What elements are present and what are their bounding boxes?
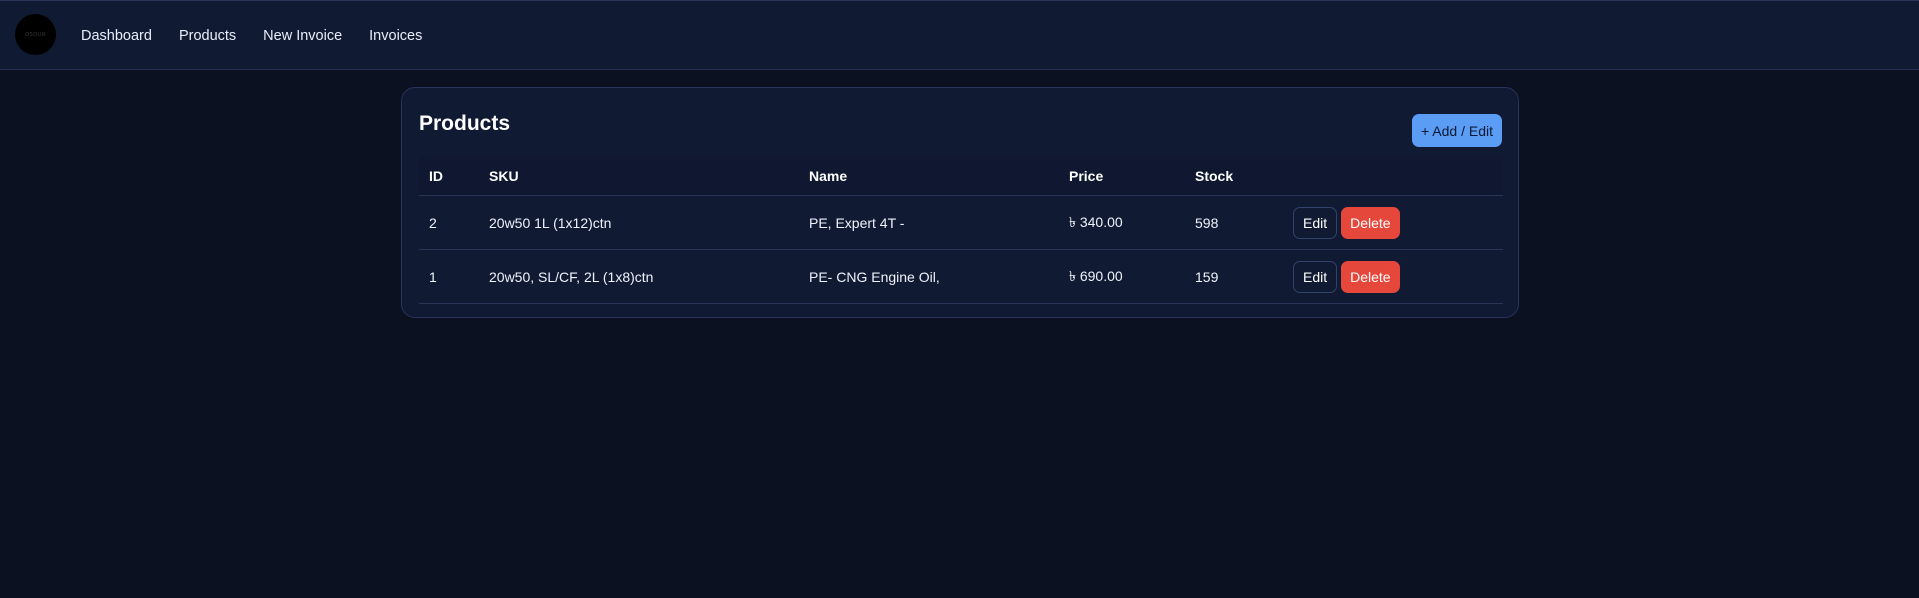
column-header-stock: Stock [1185,156,1283,196]
table-row: 1 20w50, SL/CF, 2L (1x8)ctn PE- CNG Engi… [419,249,1503,304]
brand-logo[interactable]: OSOUR [15,14,56,55]
nav-link-invoices[interactable]: Invoices [369,28,422,44]
top-navbar: OSOUR Dashboard Products New Invoice Inv… [0,0,1919,70]
cell-stock: 159 [1185,249,1283,304]
column-header-sku: SKU [479,156,799,196]
cell-sku: 20w50, SL/CF, 2L (1x8)ctn [479,249,799,304]
column-header-price: Price [1059,156,1185,196]
column-header-id: ID [419,156,479,196]
delete-button[interactable]: Delete [1341,260,1400,293]
cell-actions: Edit Delete [1283,195,1503,250]
products-table: ID SKU Name Price Stock 2 20w50 1L (1x12… [419,156,1503,304]
cell-stock: 598 [1185,195,1283,250]
table-header-row: ID SKU Name Price Stock [419,156,1503,196]
nav-link-dashboard[interactable]: Dashboard [81,28,152,44]
edit-button[interactable]: Edit [1293,260,1338,293]
cell-actions: Edit Delete [1283,249,1503,304]
cell-id: 1 [419,249,479,304]
brand-logo-text: OSOUR [25,31,46,38]
column-header-name: Name [799,156,1059,196]
cell-name: PE- CNG Engine Oil, [799,249,1059,304]
main-nav: Dashboard Products New Invoice Invoices [81,1,449,71]
cell-id: 2 [419,195,479,250]
nav-link-products[interactable]: Products [179,28,236,44]
cell-sku: 20w50 1L (1x12)ctn [479,195,799,250]
column-header-actions [1283,156,1503,196]
products-card: Products + Add / Edit ID SKU Name Price … [401,87,1519,318]
page-title: Products [419,112,511,135]
cell-name: PE, Expert 4T - [799,195,1059,250]
cell-price: ৳ 340.00 [1059,195,1185,250]
delete-button[interactable]: Delete [1341,206,1400,239]
add-edit-button[interactable]: + Add / Edit [1412,114,1502,147]
nav-link-new-invoice[interactable]: New Invoice [263,28,342,44]
cell-price: ৳ 690.00 [1059,249,1185,304]
edit-button[interactable]: Edit [1293,206,1338,239]
table-row: 2 20w50 1L (1x12)ctn PE, Expert 4T - ৳ 3… [419,195,1503,250]
